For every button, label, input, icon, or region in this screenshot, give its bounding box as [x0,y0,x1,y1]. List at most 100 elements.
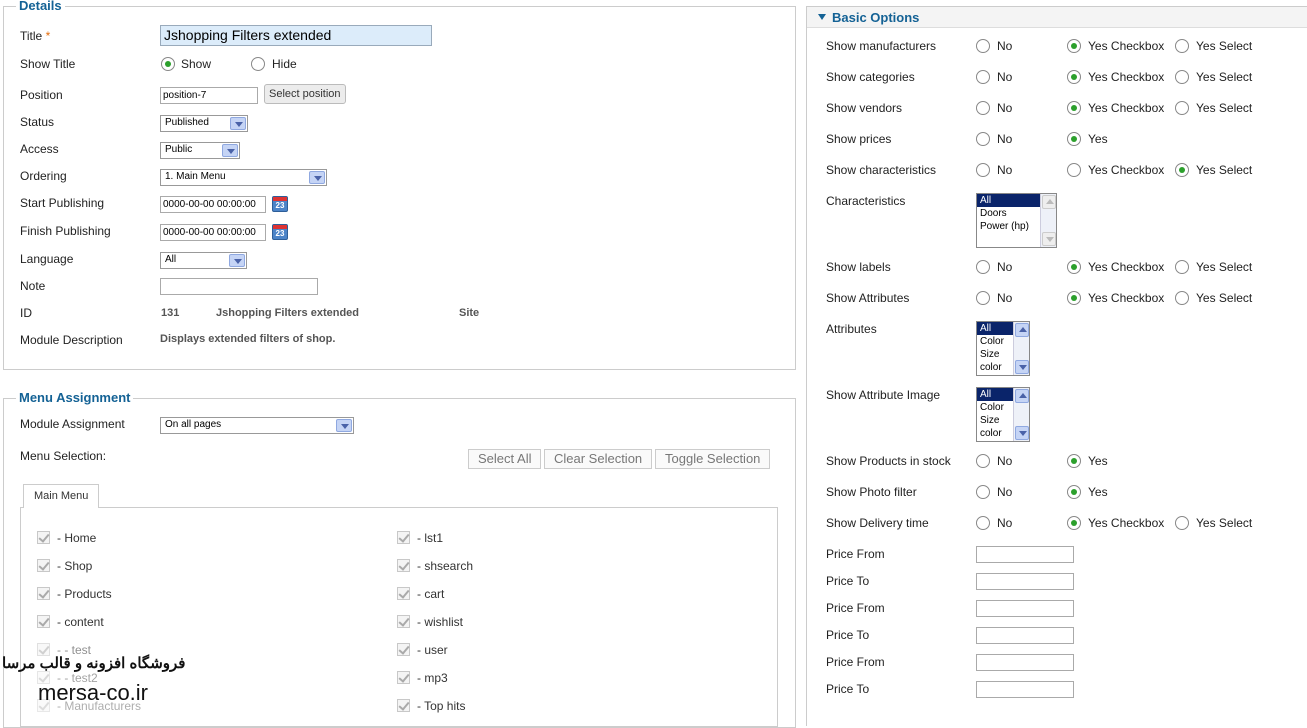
option-yes-radio[interactable] [1067,291,1081,305]
menu-assignment-legend: Menu Assignment [16,390,134,405]
option-no-radio[interactable] [976,39,990,53]
price-input[interactable] [976,546,1074,563]
calendar-icon[interactable]: 23 [272,196,288,212]
menu-item-checkbox[interactable] [37,531,50,544]
option-no-radio[interactable] [976,485,990,499]
option-no-radio[interactable] [976,291,990,305]
option-no-text: No [997,516,1013,530]
scroll-down-icon[interactable] [1015,360,1029,374]
price-input[interactable] [976,681,1074,698]
option-no-text: No [997,70,1013,84]
menu-item-checkbox[interactable] [397,643,410,656]
module-description-label: Module Description [20,333,123,347]
show-title-hide-text: Hide [272,57,297,71]
toggle-selection-button[interactable]: Toggle Selection [655,449,771,469]
menu-item-checkbox[interactable] [397,531,410,544]
note-input[interactable] [160,278,318,295]
option-yes-radio[interactable] [1067,516,1081,530]
price-input[interactable] [976,627,1074,644]
menu-item-checkbox[interactable] [397,671,410,684]
option-select-radio[interactable] [1175,39,1189,53]
access-select[interactable]: Public [160,142,240,159]
clear-selection-button[interactable]: Clear Selection [544,449,653,469]
tab-main-menu[interactable]: Main Menu [23,484,100,508]
option-select-radio[interactable] [1175,260,1189,274]
ordering-select[interactable]: 1. Main Menu [160,169,327,186]
option-label: Show Photo filter [826,485,917,499]
option-yes-radio[interactable] [1067,101,1081,115]
select-position-button[interactable]: Select position [264,84,346,104]
option-yes-radio[interactable] [1067,454,1081,468]
option-label: Show manufacturers [826,39,937,53]
menu-item-checkbox[interactable] [37,559,50,572]
access-value: Public [165,144,193,155]
menu-item-checkbox[interactable] [397,615,410,628]
option-no-radio[interactable] [976,454,990,468]
listbox-scrollbar[interactable] [1040,194,1056,247]
option-select-text: Yes Select [1196,291,1253,305]
basic-options-title[interactable]: Basic Options [832,10,919,25]
option-no-radio[interactable] [976,101,990,115]
price-label: Price From [826,601,885,615]
language-select[interactable]: All [160,252,247,269]
menu-item-label: - Products [57,587,112,601]
menu-item-checkbox[interactable] [37,615,50,628]
chevron-down-icon [222,144,238,157]
menu-item-label: - lst1 [417,531,444,545]
show-title-show-radio[interactable] [161,57,175,71]
option-no-radio[interactable] [976,70,990,84]
calendar-icon[interactable]: 23 [272,224,288,240]
option-select-text: Yes Select [1196,70,1253,84]
status-select[interactable]: Published [160,115,248,132]
select-all-button[interactable]: Select All [468,449,542,469]
option-yes-radio[interactable] [1067,485,1081,499]
option-label: Show prices [826,132,892,146]
menu-item-checkbox[interactable] [397,699,410,712]
option-yes-radio[interactable] [1067,70,1081,84]
scroll-up-icon[interactable] [1042,195,1056,209]
title-input[interactable]: Jshopping Filters extended [160,25,432,46]
attributes-listbox[interactable]: All Color Size color [976,321,1030,376]
option-yes-text: Yes Checkbox [1088,260,1165,274]
option-select-radio[interactable] [1175,163,1189,177]
option-yes-radio[interactable] [1067,163,1081,177]
option-select-text: Yes Select [1196,101,1253,115]
scroll-up-icon[interactable] [1015,389,1029,403]
option-yes-radio[interactable] [1067,39,1081,53]
module-assignment-select[interactable]: On all pages [160,417,354,434]
option-no-radio[interactable] [976,132,990,146]
characteristics-listbox[interactable]: All Doors Power (hp) [976,193,1057,248]
watermark-persian-text: فروشگاه افزونه و قالب مرسا [2,655,186,672]
menu-item-checkbox[interactable] [397,587,410,600]
menu-item-checkbox[interactable] [37,587,50,600]
scroll-up-icon[interactable] [1015,323,1029,337]
price-input[interactable] [976,600,1074,617]
scroll-down-icon[interactable] [1042,232,1056,246]
option-label: Show Attributes [826,291,910,305]
finish-publishing-input[interactable]: 0000-00-00 00:00:00 [160,224,266,241]
attribute-image-listbox[interactable]: All Color Size color [976,387,1030,442]
start-publishing-input[interactable]: 0000-00-00 00:00:00 [160,196,266,213]
start-publishing-label: Start Publishing [20,196,105,210]
price-input[interactable] [976,654,1074,671]
option-select-radio[interactable] [1175,101,1189,115]
option-select-radio[interactable] [1175,516,1189,530]
menu-item-checkbox[interactable] [397,559,410,572]
scroll-down-icon[interactable] [1015,426,1029,440]
option-yes-radio[interactable] [1067,260,1081,274]
option-no-radio[interactable] [976,260,990,274]
listbox-scrollbar[interactable] [1013,322,1029,375]
option-no-radio[interactable] [976,516,990,530]
price-input[interactable] [976,573,1074,590]
collapse-triangle-icon[interactable] [818,14,826,20]
option-select-radio[interactable] [1175,70,1189,84]
module-description-value: Displays extended filters of shop. [160,333,336,345]
option-yes-text: Yes Checkbox [1088,39,1165,53]
option-select-radio[interactable] [1175,291,1189,305]
listbox-scrollbar[interactable] [1013,388,1029,441]
position-input[interactable]: position-7 [160,87,258,104]
option-yes-radio[interactable] [1067,132,1081,146]
show-title-hide-radio[interactable] [251,57,265,71]
position-label: Position [20,88,63,102]
option-no-radio[interactable] [976,163,990,177]
